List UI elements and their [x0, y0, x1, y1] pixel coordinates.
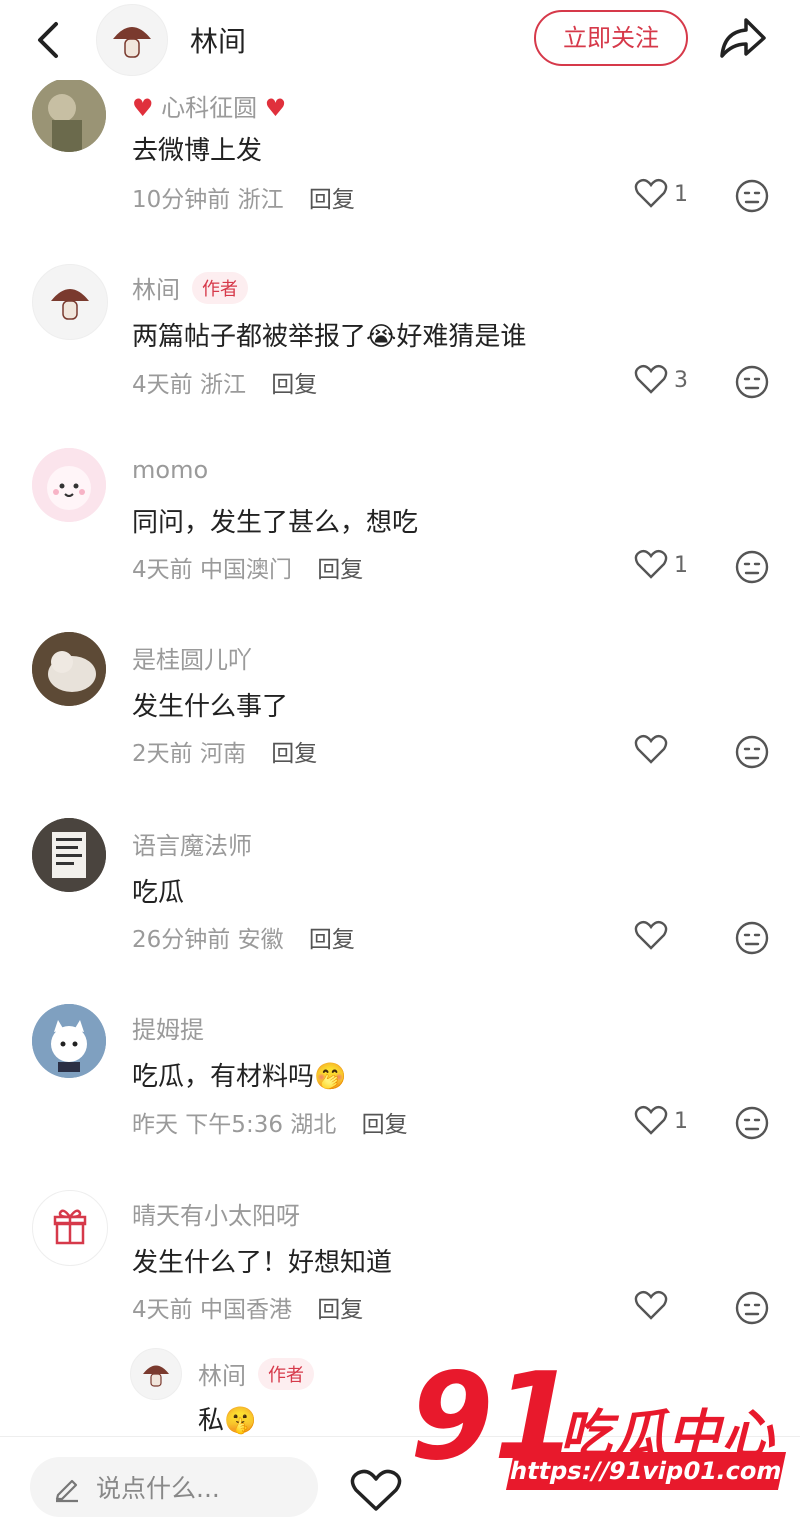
comment-meta: 4天前 中国澳门 回复	[132, 550, 363, 584]
top-bar: 林间 立即关注	[0, 0, 800, 80]
comment-time: 4天前	[132, 1297, 193, 1323]
comment-location: 河南	[199, 741, 246, 767]
comment-text: 去微博上发	[132, 136, 263, 166]
comment-time: 4天前	[132, 372, 193, 398]
comment-meta: 4天前 浙江 回复	[132, 365, 317, 399]
comment-meta: 26分钟前 安徽 回复	[132, 920, 355, 954]
reply-button[interactable]: 回复	[317, 1297, 363, 1323]
heart-icon	[634, 364, 668, 394]
reply-button[interactable]: 回复	[309, 927, 355, 953]
comment-username: 语言魔法师	[132, 832, 252, 860]
comment-meta: 10分钟前 浙江 回复	[132, 180, 355, 214]
share-icon[interactable]	[716, 14, 768, 64]
like-count: 1	[674, 553, 688, 578]
comment-username: ♥ 心科征圆 ♥	[132, 94, 287, 122]
heart-icon	[634, 920, 668, 950]
reply-button[interactable]: 回复	[271, 372, 317, 398]
like-button[interactable]	[634, 732, 704, 772]
comment-location: 中国香港	[199, 1297, 292, 1323]
reply-button[interactable]: 回复	[271, 741, 317, 767]
author-badge: 作者	[258, 1358, 314, 1390]
avatar[interactable]	[32, 1190, 108, 1266]
gift-icon	[53, 1209, 87, 1245]
like-post-button[interactable]	[348, 1465, 404, 1515]
emoji-react-icon[interactable]	[734, 1290, 770, 1326]
comment-username: 是桂圆儿吖	[132, 646, 252, 674]
comment-time: 4天前	[132, 557, 193, 583]
comment-time: 26分钟前	[132, 927, 231, 953]
avatar[interactable]	[32, 448, 106, 522]
like-count: 1	[674, 1109, 688, 1134]
like-button[interactable]: 1	[634, 547, 704, 587]
comment-username: momo	[132, 456, 209, 484]
like-button[interactable]: 1	[634, 1103, 704, 1143]
reply-button[interactable]: 回复	[317, 557, 363, 583]
comment-username: 晴天有小太阳呀	[132, 1202, 300, 1230]
like-button[interactable]: 3	[634, 362, 704, 402]
heart-icon	[350, 1469, 402, 1511]
watermark-url: https://91vip01.com	[505, 1452, 787, 1490]
comment-username: 林间 作者	[198, 1356, 314, 1391]
author-avatar[interactable]	[96, 4, 168, 76]
comment-time: 2天前	[132, 741, 193, 767]
like-button[interactable]: 1	[634, 176, 704, 216]
author-name: 林间	[190, 25, 247, 58]
comment-meta: 2天前 河南 回复	[132, 734, 317, 768]
input-placeholder: 说点什么...	[96, 1474, 220, 1503]
emoji-react-icon[interactable]	[734, 734, 770, 770]
author-badge: 作者	[192, 272, 248, 304]
like-button[interactable]	[634, 918, 704, 958]
like-button[interactable]	[634, 1288, 704, 1328]
heart-icon	[634, 549, 668, 579]
watermark: 91 吃瓜中心 https://91vip01.com	[410, 1348, 790, 1508]
comment-location: 湖北	[290, 1112, 337, 1138]
heart-icon	[634, 1290, 668, 1320]
avatar[interactable]	[32, 1004, 106, 1078]
heart-icon	[634, 178, 668, 208]
comment-text: 发生什么了！好想知道	[132, 1248, 393, 1278]
heart-icon	[634, 1105, 668, 1135]
back-icon[interactable]	[30, 18, 70, 62]
comment-location: 浙江	[199, 372, 246, 398]
emoji-react-icon[interactable]	[734, 178, 770, 214]
comment-text: 同问，发生了甚么，想吃	[132, 508, 419, 538]
follow-button[interactable]: 立即关注	[534, 10, 688, 66]
comment-username: 林间 作者	[132, 270, 248, 305]
like-count: 1	[674, 182, 688, 207]
emoji-react-icon[interactable]	[734, 364, 770, 400]
avatar[interactable]	[32, 632, 106, 706]
comment-location: 浙江	[237, 187, 284, 213]
comment-location: 中国澳门	[199, 557, 292, 583]
avatar[interactable]	[32, 818, 106, 892]
comment-meta: 昨天 下午5:36 湖北 回复	[132, 1105, 408, 1139]
comment-text: 两篇帖子都被举报了😭好难猜是谁	[132, 322, 527, 352]
comment-meta: 4天前 中国香港 回复	[132, 1290, 363, 1324]
comment-input[interactable]: 说点什么...	[30, 1457, 318, 1517]
comment-username: 提姆提	[132, 1016, 204, 1044]
reply-button[interactable]: 回复	[362, 1112, 408, 1138]
emoji-react-icon[interactable]	[734, 549, 770, 585]
avatar[interactable]	[130, 1348, 182, 1400]
emoji-react-icon[interactable]	[734, 1105, 770, 1141]
comment-time: 昨天 下午5:36	[132, 1112, 283, 1138]
comment-text: 发生什么事了	[132, 692, 289, 722]
comment-location: 安徽	[237, 927, 284, 953]
comment-text: 吃瓜，有材料吗🤭	[132, 1062, 347, 1092]
comment-time: 10分钟前	[132, 187, 231, 213]
pencil-icon	[55, 1479, 78, 1503]
comment-text: 私🤫	[198, 1406, 257, 1436]
comment-text: 吃瓜	[132, 878, 185, 908]
avatar[interactable]	[32, 78, 106, 152]
emoji-react-icon[interactable]	[734, 920, 770, 956]
reply-button[interactable]: 回复	[309, 187, 355, 213]
like-count: 3	[674, 368, 688, 393]
avatar[interactable]	[32, 264, 108, 340]
heart-icon	[634, 734, 668, 764]
